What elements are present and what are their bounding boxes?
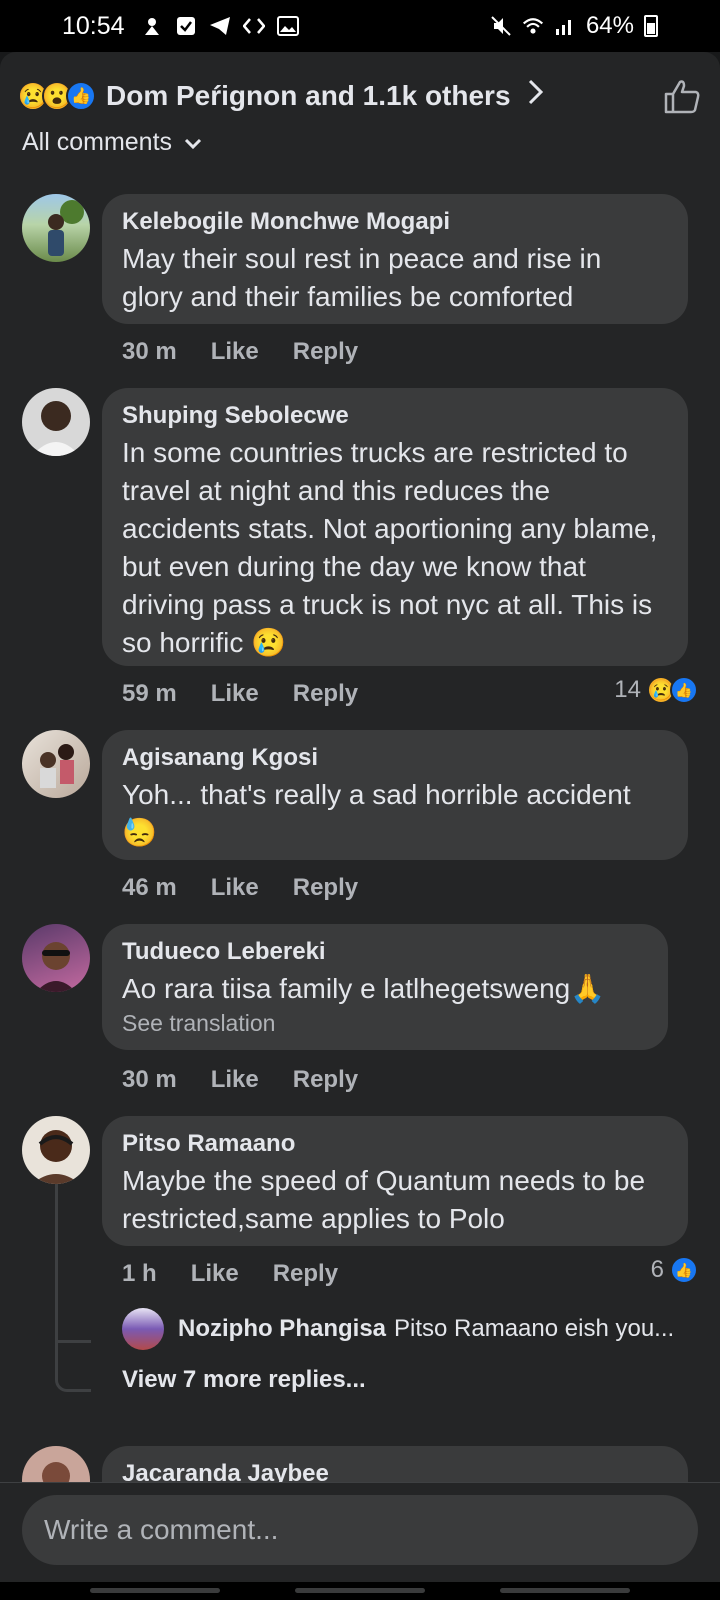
nav-home-button[interactable] (295, 1588, 425, 1593)
avatar[interactable] (22, 194, 90, 262)
reply-preview[interactable]: Nozipho Phangisa Pitso Ramaano eish you.… (122, 1308, 674, 1350)
nav-recent-button[interactable] (90, 1588, 220, 1593)
comment-author[interactable]: Tudueco Lebereki (122, 938, 648, 966)
status-time: 10:54 (62, 11, 125, 40)
comment-item: Kelebogile Monchwe Mogapi May their soul… (22, 194, 698, 374)
more-replies-connector (55, 1340, 91, 1392)
reply-thread-line (55, 1184, 58, 1340)
signal-icon (554, 15, 576, 37)
comment-time[interactable]: 59 m (122, 680, 177, 708)
check-icon (175, 15, 197, 37)
comment-item: Agisanang Kgosi Yoh... that's really a s… (22, 730, 698, 910)
mute-icon (490, 15, 512, 37)
comment-text: Ao rara tiisa family e latlhegetsweng🙏 (122, 973, 606, 1004)
like-post-icon[interactable] (662, 76, 702, 116)
reaction-emoji-stack: 😢 😮 👍 (18, 81, 96, 111)
like-reaction-icon: 👍 (66, 81, 96, 111)
comment-item: Jacaranda Jaybee (22, 1446, 698, 1482)
chevron-down-icon (184, 128, 202, 157)
reactions-summary[interactable]: 😢 😮 👍 Dom Peŕignon and 1.1k others (18, 74, 702, 118)
comment-time[interactable]: 46 m (122, 874, 177, 902)
comment-author[interactable]: Shuping Sebolecwe (122, 402, 668, 430)
telegram-icon (209, 15, 231, 37)
comment-bubble[interactable]: Pitso Ramaano Maybe the speed of Quantum… (102, 1116, 688, 1246)
wifi-icon (522, 15, 544, 37)
like-reaction-icon: 👍 (670, 1256, 698, 1284)
comment-bubble[interactable]: Agisanang Kgosi Yoh... that's really a s… (102, 730, 688, 860)
comment-input[interactable]: Write a comment... (22, 1495, 698, 1565)
comment-reaction-count[interactable]: 6 👍 (651, 1256, 698, 1284)
comment-author[interactable]: Kelebogile Monchwe Mogapi (122, 208, 668, 236)
avatar[interactable] (22, 924, 90, 992)
comment-composer: Write a comment... (0, 1482, 720, 1582)
like-reaction-icon: 👍 (670, 676, 698, 704)
comment-text: Yoh... that's really a sad horrible acci… (122, 779, 631, 848)
comment-text: Maybe the speed of Quantum needs to be r… (122, 1165, 646, 1234)
like-button[interactable]: Like (211, 874, 259, 902)
comment-author[interactable]: Jacaranda Jaybee (122, 1460, 668, 1482)
status-right: 64% (490, 12, 658, 40)
reply-snippet: Pitso Ramaano eish you... (394, 1315, 675, 1342)
reply-button[interactable]: Reply (293, 1066, 358, 1094)
battery-percent: 64% (585, 12, 634, 39)
comment-actions: 30 m Like Reply (122, 338, 358, 366)
comment-item: Shuping Sebolecwe In some countries truc… (22, 388, 698, 718)
like-button[interactable]: Like (191, 1260, 239, 1288)
like-button[interactable]: Like (211, 338, 259, 366)
like-button[interactable]: Like (211, 1066, 259, 1094)
reply-button[interactable]: Reply (293, 680, 358, 708)
reply-author[interactable]: Nozipho Phangisa (178, 1315, 386, 1343)
reply-button[interactable]: Reply (293, 874, 358, 902)
avatar[interactable] (122, 1308, 164, 1350)
comment-text: In some countries trucks are restricted … (122, 437, 658, 658)
comment-bubble[interactable]: Shuping Sebolecwe In some countries truc… (102, 388, 688, 666)
nav-back-button[interactable] (500, 1588, 630, 1593)
comments-sheet: 😢 😮 👍 Dom Peŕignon and 1.1k others All c… (0, 52, 720, 1482)
avatar[interactable] (22, 388, 90, 456)
reply-button[interactable]: Reply (293, 338, 358, 366)
battery-icon (644, 15, 658, 37)
code-icon (242, 15, 265, 37)
image-icon (276, 15, 299, 37)
comment-time[interactable]: 1 h (122, 1260, 157, 1288)
comment-text: May their soul rest in peace and rise in… (122, 243, 602, 312)
system-nav-bar (0, 1582, 720, 1600)
comment-time[interactable]: 30 m (122, 338, 177, 366)
comment-bubble[interactable]: Jacaranda Jaybee (102, 1446, 688, 1482)
status-bar: 10:54 64% (0, 0, 720, 52)
comment-item: Tudueco Lebereki Ao rara tiisa family e … (22, 924, 698, 1104)
comment-time[interactable]: 30 m (122, 1066, 177, 1094)
reply-button[interactable]: Reply (273, 1260, 338, 1288)
comment-bubble[interactable]: Kelebogile Monchwe Mogapi May their soul… (102, 194, 688, 324)
avatar[interactable] (22, 1116, 90, 1184)
comment-bubble[interactable]: Tudueco Lebereki Ao rara tiisa family e … (102, 924, 668, 1050)
avatar[interactable] (22, 1446, 90, 1482)
see-translation-link[interactable]: See translation (122, 1010, 648, 1037)
comment-actions: 46 m Like Reply (122, 874, 358, 902)
comment-actions: 59 m Like Reply (122, 680, 358, 708)
reactors-text[interactable]: Dom Peŕignon and 1.1k others (106, 80, 511, 112)
view-more-replies-link[interactable]: View 7 more replies... (122, 1366, 366, 1394)
reaction-count-number: 14 (614, 676, 641, 703)
comment-reaction-count[interactable]: 14 😢 👍 (614, 676, 698, 704)
reaction-count-number: 6 (650, 1256, 664, 1283)
comment-filter-dropdown[interactable]: All comments (22, 128, 202, 157)
comment-author[interactable]: Pitso Ramaano (122, 1130, 668, 1158)
comment-actions: 1 h Like Reply (122, 1260, 338, 1288)
filter-label: All comments (22, 128, 173, 156)
comment-actions: 30 m Like Reply (122, 1066, 358, 1094)
like-button[interactable]: Like (211, 680, 259, 708)
chevron-right-icon[interactable] (527, 78, 545, 114)
app-notification-icon (141, 15, 163, 37)
status-left-icons (141, 15, 299, 37)
avatar[interactable] (22, 730, 90, 798)
comment-author[interactable]: Agisanang Kgosi (122, 744, 668, 772)
